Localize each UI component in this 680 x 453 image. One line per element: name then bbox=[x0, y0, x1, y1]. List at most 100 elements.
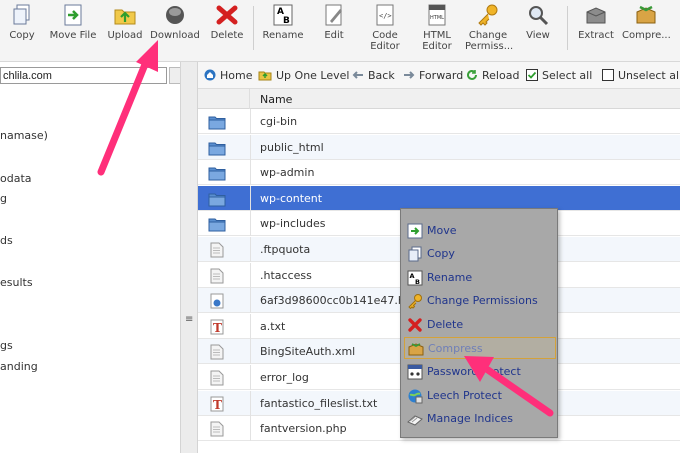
extract-icon bbox=[586, 7, 606, 24]
toolbar-separator bbox=[567, 6, 568, 50]
download-button[interactable]: Download bbox=[150, 3, 200, 59]
file-name: fantversion.php bbox=[260, 422, 347, 436]
column-divider bbox=[250, 416, 251, 442]
column-divider bbox=[250, 160, 251, 186]
icon-column-header bbox=[198, 89, 250, 109]
tree-item[interactable]: ds bbox=[0, 234, 13, 247]
delete-icon bbox=[408, 318, 422, 332]
file-icon bbox=[210, 370, 224, 386]
navigation-bar: Home Up One Level Back Forward Reload Se… bbox=[198, 62, 680, 89]
move-file-button[interactable]: Move File bbox=[47, 3, 99, 59]
tree-item[interactable]: anding bbox=[0, 360, 38, 373]
column-divider bbox=[250, 339, 251, 365]
unselect-all-button[interactable]: Unselect all bbox=[602, 69, 680, 82]
change-permissions-icon bbox=[478, 4, 498, 26]
indices-icon bbox=[407, 415, 423, 426]
extract-button[interactable]: Extract bbox=[575, 3, 617, 59]
table-row[interactable]: public_html bbox=[198, 134, 680, 160]
move-file-icon bbox=[64, 4, 82, 26]
menu-item-change-permissions[interactable]: Change Permissions bbox=[404, 290, 556, 312]
svg-text:A: A bbox=[410, 272, 415, 280]
table-header: Name bbox=[198, 89, 680, 109]
folder-icon bbox=[208, 167, 226, 181]
move-icon bbox=[407, 223, 423, 239]
folder-up-icon bbox=[258, 71, 272, 81]
menu-item-leech-protect[interactable]: Leech Protect bbox=[404, 385, 556, 407]
file-name: BingSiteAuth.xml bbox=[260, 345, 356, 359]
reload-icon bbox=[467, 69, 477, 80]
edit-button[interactable]: Edit bbox=[316, 3, 352, 59]
html-editor-icon: HTML bbox=[428, 4, 446, 26]
reload-button[interactable]: Reload bbox=[466, 69, 519, 82]
folder-icon bbox=[208, 193, 226, 207]
column-divider bbox=[250, 211, 251, 237]
menu-item-password-protect[interactable]: Password Protect bbox=[404, 361, 556, 383]
checkbox-checked-icon bbox=[526, 69, 538, 81]
svg-text:B: B bbox=[283, 16, 290, 26]
svg-text:T: T bbox=[213, 321, 222, 335]
path-input[interactable] bbox=[0, 67, 167, 84]
column-divider bbox=[250, 109, 251, 134]
forward-button[interactable]: Forward bbox=[403, 69, 463, 82]
file-icon bbox=[210, 242, 224, 258]
view-button[interactable]: View bbox=[522, 3, 554, 59]
menu-item-copy[interactable]: Copy bbox=[404, 243, 556, 265]
column-divider bbox=[250, 262, 251, 288]
tree-item[interactable]: g bbox=[0, 192, 7, 205]
directory-tree-panel: namase) odata g ds esults gs anding bbox=[0, 62, 198, 453]
column-divider bbox=[250, 237, 251, 262]
file-name: .ftpquota bbox=[260, 243, 311, 256]
text-file-icon: T bbox=[210, 396, 224, 412]
home-button[interactable]: Home bbox=[204, 69, 252, 82]
checkbox-empty-icon bbox=[602, 69, 614, 81]
panel-splitter[interactable]: ≡ bbox=[180, 62, 198, 453]
compress-button[interactable]: Compre... bbox=[622, 3, 671, 59]
svg-text:</>: </> bbox=[379, 12, 392, 20]
column-divider bbox=[250, 390, 251, 416]
delete-button[interactable]: Delete bbox=[207, 3, 247, 59]
menu-item-manage-indices[interactable]: Manage Indices bbox=[404, 408, 556, 430]
file-name: wp-includes bbox=[260, 217, 326, 231]
text-file-icon: T bbox=[210, 319, 224, 335]
tree-item[interactable]: odata bbox=[0, 172, 32, 185]
splitter-grip-icon: ≡ bbox=[185, 314, 194, 325]
back-button[interactable]: Back bbox=[352, 69, 395, 82]
menu-item-move[interactable]: Move bbox=[404, 220, 556, 242]
menu-item-compress[interactable]: Compress bbox=[404, 337, 556, 359]
name-column-header[interactable]: Name bbox=[260, 93, 292, 106]
folder-icon bbox=[208, 142, 226, 156]
table-row[interactable]: wp-admin bbox=[198, 160, 680, 186]
svg-text:HTML: HTML bbox=[430, 15, 444, 21]
copy-icon bbox=[13, 4, 30, 25]
tree-item[interactable]: esults bbox=[0, 276, 33, 289]
password-icon bbox=[407, 364, 423, 380]
file-name: public_html bbox=[260, 140, 324, 154]
view-icon bbox=[529, 6, 549, 26]
upload-button[interactable]: Upload bbox=[105, 3, 145, 59]
file-manager-window: Copy Move File Upload Download Delete AB… bbox=[0, 0, 680, 453]
menu-item-delete[interactable]: Delete bbox=[404, 314, 556, 336]
file-name: 6af3d98600cc0b141e47.html bbox=[260, 294, 423, 308]
html-editor-button[interactable]: HTML HTML Editor bbox=[415, 3, 459, 59]
file-name: wp-content bbox=[260, 191, 323, 205]
code-editor-button[interactable]: </> Code Editor bbox=[363, 3, 407, 59]
download-icon bbox=[166, 6, 184, 24]
select-all-button[interactable]: Select all bbox=[526, 69, 592, 82]
code-editor-icon: </> bbox=[376, 4, 394, 26]
table-row[interactable]: cgi-bin bbox=[198, 109, 680, 134]
rename-icon: AB bbox=[407, 270, 423, 286]
file-icon bbox=[210, 268, 224, 284]
up-one-level-button[interactable]: Up One Level bbox=[258, 69, 349, 82]
file-name: a.txt bbox=[260, 319, 286, 333]
tree-item[interactable]: namase) bbox=[0, 129, 48, 142]
tree-item[interactable]: gs bbox=[0, 339, 13, 352]
file-name: .htaccess bbox=[260, 268, 312, 282]
copy-button[interactable]: Copy bbox=[3, 3, 41, 59]
change-permissions-button[interactable]: Change Permiss... bbox=[465, 3, 513, 59]
upload-icon bbox=[114, 9, 136, 25]
file-icon bbox=[210, 421, 224, 437]
file-name: cgi-bin bbox=[260, 115, 298, 128]
menu-item-rename[interactable]: AB Rename bbox=[404, 267, 556, 289]
rename-button[interactable]: AB Rename bbox=[260, 3, 306, 59]
toolbar-separator bbox=[253, 6, 254, 50]
